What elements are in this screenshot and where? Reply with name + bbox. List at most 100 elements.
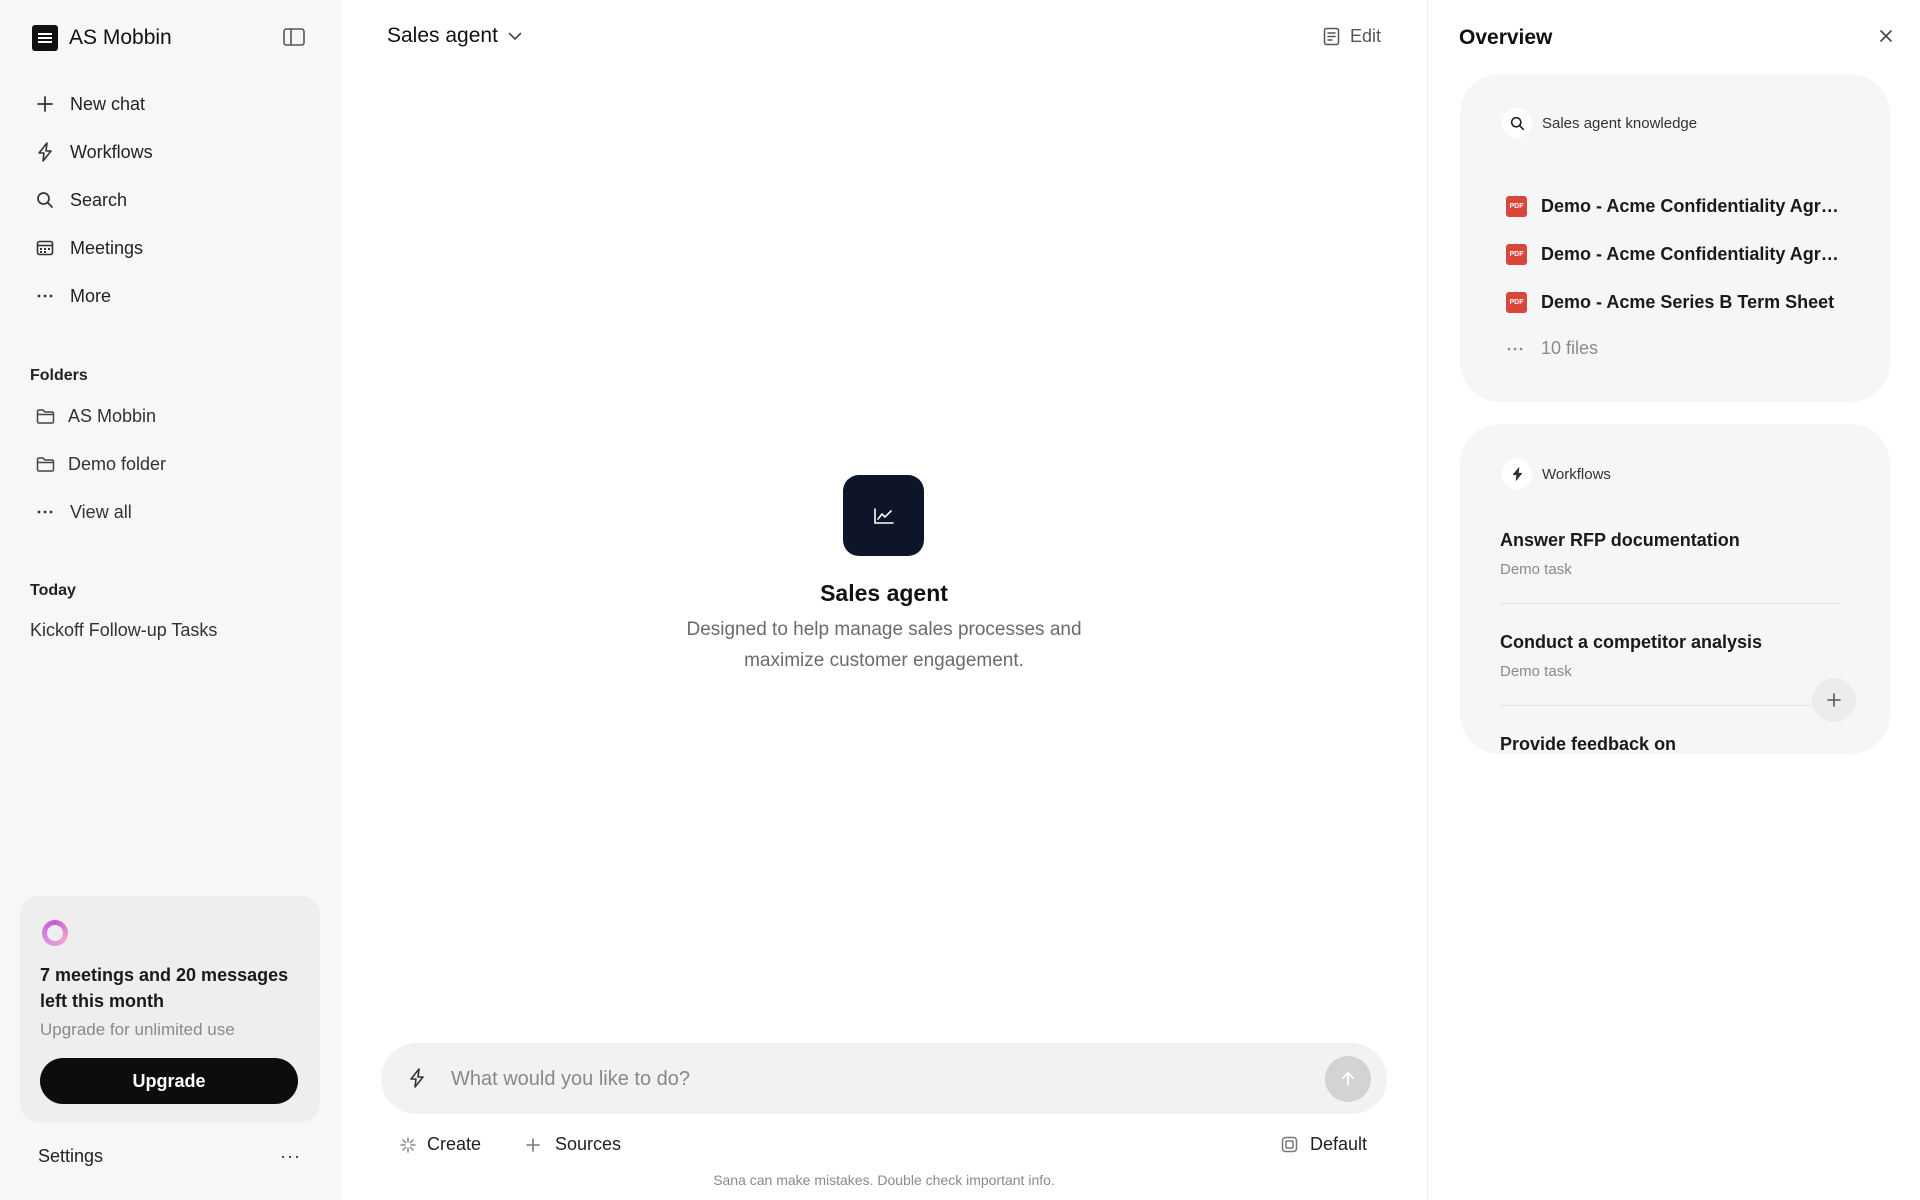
workflows-header[interactable]: Workflows (1502, 459, 1611, 489)
divider (1500, 603, 1840, 604)
ellipsis-icon (34, 285, 56, 307)
sidebar-item-meetings[interactable]: Meetings (24, 224, 318, 272)
plus-icon (1826, 692, 1842, 708)
divider (1500, 705, 1840, 706)
overview-title: Overview (1459, 26, 1553, 49)
usage-ring-icon (42, 920, 68, 946)
model-label: Default (1310, 1134, 1368, 1154)
workflow-subtitle: Demo task (1500, 663, 1572, 680)
workflow-item[interactable]: Provide feedback on (1500, 734, 1840, 754)
file-name: Demo - Acme Series B Term Sheet (1541, 291, 1835, 312)
chat-history-item[interactable]: Kickoff Follow-up Tasks (30, 620, 217, 641)
folder-item-label: Demo folder (68, 453, 167, 474)
sidebar-item-search[interactable]: Search (24, 176, 318, 224)
folder-icon (34, 453, 56, 475)
plus-icon (34, 93, 56, 115)
workflow-title: Answer RFP documentation (1500, 530, 1740, 550)
sidebar-item-label: Meetings (70, 237, 144, 258)
agent-description: Designed to help manage sales processes … (686, 619, 1082, 671)
knowledge-label: Sales agent knowledge (1542, 114, 1698, 132)
agent-title: Sales agent (820, 580, 948, 606)
sidebar-item-workflows[interactable]: Workflows (24, 128, 318, 176)
agent-name: Sales agent (387, 24, 498, 47)
folders-heading: Folders (30, 367, 88, 384)
folder-item-label: AS Mobbin (68, 405, 157, 426)
sidebar-item-label: Workflows (70, 141, 153, 162)
bolt-icon[interactable] (409, 1068, 425, 1088)
folder-icon (34, 405, 56, 427)
ellipsis-icon (34, 501, 56, 523)
knowledge-header[interactable]: Sales agent knowledge (1502, 108, 1697, 138)
file-name: Demo - Acme Confidentiality Agree... (1541, 243, 1841, 264)
today-heading: Today (30, 582, 76, 599)
search-icon (34, 189, 56, 211)
workflows-card: Workflows Answer RFP documentation Demo … (1460, 424, 1890, 754)
chevron-down-icon (508, 32, 522, 41)
settings-more-icon[interactable]: ··· (280, 1146, 301, 1167)
upgrade-button[interactable]: Upgrade (40, 1058, 298, 1104)
chart-line-icon (843, 475, 924, 556)
workflow-title: Provide feedback on (1500, 734, 1677, 754)
workspace-brand[interactable]: AS Mobbin (32, 24, 172, 52)
workflow-item[interactable]: Answer RFP documentation Demo task (1500, 530, 1840, 578)
send-button[interactable] (1325, 1056, 1371, 1102)
overview-panel: Overview Sales agent knowledge PDF Demo … (1428, 0, 1920, 1200)
workspace-name: AS Mobbin (69, 26, 172, 49)
main-area: Sales agent Edit Sales agent Designed to… (341, 0, 1427, 1200)
sidebar-item-label: More (70, 285, 112, 306)
sources-label: Sources (555, 1134, 622, 1154)
bolt-icon (34, 141, 56, 163)
calendar-icon (34, 237, 56, 259)
chat-input[interactable] (451, 1061, 1311, 1097)
chat-composer (381, 1043, 1387, 1114)
folder-item-label: View all (70, 501, 132, 522)
close-icon[interactable] (1878, 28, 1894, 44)
usage-message: 7 meetings and 20 messages left this mon… (40, 965, 289, 1011)
workspace-logo (32, 25, 58, 51)
knowledge-file-item[interactable]: PDF Demo - Acme Series B Term Sheet (1506, 290, 1841, 314)
sidebar-item-label: New chat (70, 93, 146, 114)
model-selector[interactable]: Default (1281, 1134, 1367, 1155)
create-button[interactable]: Create (399, 1134, 481, 1155)
sidebar-nav: New chat Workflows Search Meetings More (24, 80, 318, 320)
edit-label: Edit (1350, 26, 1382, 46)
sources-button[interactable]: Sources (525, 1134, 621, 1155)
folder-item-view-all[interactable]: View all (24, 488, 318, 536)
sparkle-icon (399, 1136, 417, 1154)
bolt-icon (1502, 459, 1532, 489)
workflow-title: Conduct a competitor analysis (1500, 632, 1763, 652)
sidebar-item-new-chat[interactable]: New chat (24, 80, 318, 128)
sidebar: AS Mobbin New chat Workflows Search Meet… (0, 0, 341, 1200)
arrow-up-icon (1341, 1071, 1355, 1087)
settings-link[interactable]: Settings (38, 1146, 103, 1167)
file-name: Demo - Acme Confidentiality Agree... (1541, 195, 1841, 216)
pdf-icon: PDF (1506, 291, 1527, 313)
ellipsis-icon (1506, 346, 1527, 352)
agent-selector[interactable]: Sales agent (387, 24, 522, 48)
create-label: Create (427, 1134, 482, 1154)
workflow-subtitle: Demo task (1500, 561, 1572, 578)
folder-item-demo-folder[interactable]: Demo folder (24, 440, 318, 488)
sidebar-item-more[interactable]: More (24, 272, 318, 320)
knowledge-file-item[interactable]: PDF Demo - Acme Confidentiality Agree... (1506, 194, 1841, 218)
pdf-icon: PDF (1506, 195, 1527, 217)
usage-card: 7 meetings and 20 messages left this mon… (20, 896, 320, 1122)
sidebar-item-label: Search (70, 189, 128, 210)
knowledge-file-item[interactable]: PDF Demo - Acme Confidentiality Agree... (1506, 242, 1841, 266)
disclaimer-text: Sana can make mistakes. Double check imp… (713, 1172, 1055, 1188)
pdf-icon: PDF (1506, 243, 1527, 265)
knowledge-card: Sales agent knowledge PDF Demo - Acme Co… (1460, 74, 1890, 402)
chip-icon (1281, 1136, 1298, 1153)
add-workflow-button[interactable] (1812, 678, 1856, 722)
document-edit-icon (1323, 27, 1340, 46)
sidebar-toggle-icon[interactable] (283, 28, 307, 48)
plus-icon (525, 1137, 541, 1153)
workflows-label: Workflows (1542, 465, 1611, 483)
more-files-label: 10 files (1541, 338, 1599, 358)
usage-subtext: Upgrade for unlimited use (40, 1020, 235, 1039)
more-files-link[interactable]: 10 files (1506, 338, 1598, 359)
workflow-item[interactable]: Conduct a competitor analysis Demo task (1500, 632, 1840, 680)
folder-item-as-mobbin[interactable]: AS Mobbin (24, 392, 318, 440)
search-icon (1502, 108, 1532, 138)
edit-agent-button[interactable]: Edit (1323, 26, 1381, 47)
